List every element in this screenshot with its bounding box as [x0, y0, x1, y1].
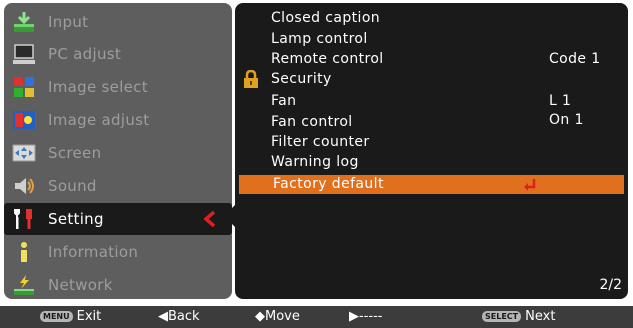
exit-label: Exit — [76, 309, 102, 324]
menu-item-label: Image adjust — [48, 111, 150, 129]
menu-key-badge: MENU — [40, 311, 73, 322]
submenu-item-security[interactable]: Security — [271, 69, 332, 89]
menu-item-label: Network — [48, 276, 113, 294]
menu-item-sound[interactable]: Sound — [4, 170, 232, 202]
submenu-item-filter-counter[interactable]: Filter counter — [271, 132, 370, 152]
menu-item-label: Setting — [48, 210, 104, 228]
lock-icon — [243, 69, 259, 92]
menu-item-label: Information — [48, 243, 139, 261]
select-key-badge: SELECT — [482, 311, 522, 322]
menu-item-pc-adjust[interactable]: PC adjust — [4, 38, 232, 70]
information-icon — [12, 240, 36, 264]
page-indicator: 2/2 — [599, 277, 622, 293]
bottom-help-bar: MENU Exit ◀Back ◆Move ▶----- SELECT Next — [0, 306, 633, 328]
menu-item-label: Screen — [48, 144, 102, 162]
next-hint: SELECT Next — [482, 306, 555, 328]
dash-hint: ▶----- — [349, 309, 383, 324]
selected-arrow-icon — [203, 210, 216, 231]
submenu-item-remote-control[interactable]: Remote control — [271, 49, 384, 69]
pc-adjust-icon — [12, 42, 36, 66]
submenu-item-lamp-control[interactable]: Lamp control — [271, 29, 368, 49]
image-adjust-icon — [12, 108, 36, 132]
move-hint: ◆Move — [255, 309, 300, 324]
remote-control-value: Code 1 — [549, 51, 601, 67]
submenu-item-factory-default[interactable]: Factory default — [273, 175, 384, 194]
submenu-item-closed-caption[interactable]: Closed caption — [271, 8, 380, 28]
setting-icon — [12, 207, 36, 231]
sound-icon — [12, 174, 36, 198]
menu-item-image-select[interactable]: Image select — [4, 71, 232, 103]
menu-item-input[interactable]: Input — [4, 6, 232, 38]
image-select-icon — [12, 75, 36, 99]
setting-submenu: Closed caption Lamp control Remote contr… — [235, 3, 628, 299]
fan-value: L 1 — [549, 93, 572, 109]
screen-icon — [12, 141, 36, 165]
input-icon — [12, 10, 36, 34]
main-menu: Input PC adjust Image select Image adjus… — [4, 3, 232, 299]
menu-item-screen[interactable]: Screen — [4, 137, 232, 169]
menu-item-label: Sound — [48, 177, 97, 195]
enter-icon — [523, 177, 537, 196]
submenu-item-warning-log[interactable]: Warning log — [271, 152, 359, 172]
menu-item-image-adjust[interactable]: Image adjust — [4, 104, 232, 136]
next-label: Next — [525, 309, 556, 324]
menu-item-label: Input — [48, 13, 89, 31]
submenu-item-fan[interactable]: Fan — [271, 91, 296, 111]
menu-item-label: PC adjust — [48, 45, 122, 63]
projector-menu-screen: Input PC adjust Image select Image adjus… — [0, 0, 633, 328]
network-icon — [12, 273, 36, 297]
menu-item-network[interactable]: Network — [4, 269, 232, 301]
fan-control-value: On 1 — [549, 112, 584, 128]
exit-hint: MENU Exit — [40, 306, 101, 328]
menu-item-setting[interactable]: Setting — [4, 203, 232, 235]
menu-item-label: Image select — [48, 78, 148, 96]
back-hint: ◀Back — [158, 309, 200, 324]
submenu-item-fan-control[interactable]: Fan control — [271, 112, 353, 132]
menu-item-information[interactable]: Information — [4, 236, 232, 268]
